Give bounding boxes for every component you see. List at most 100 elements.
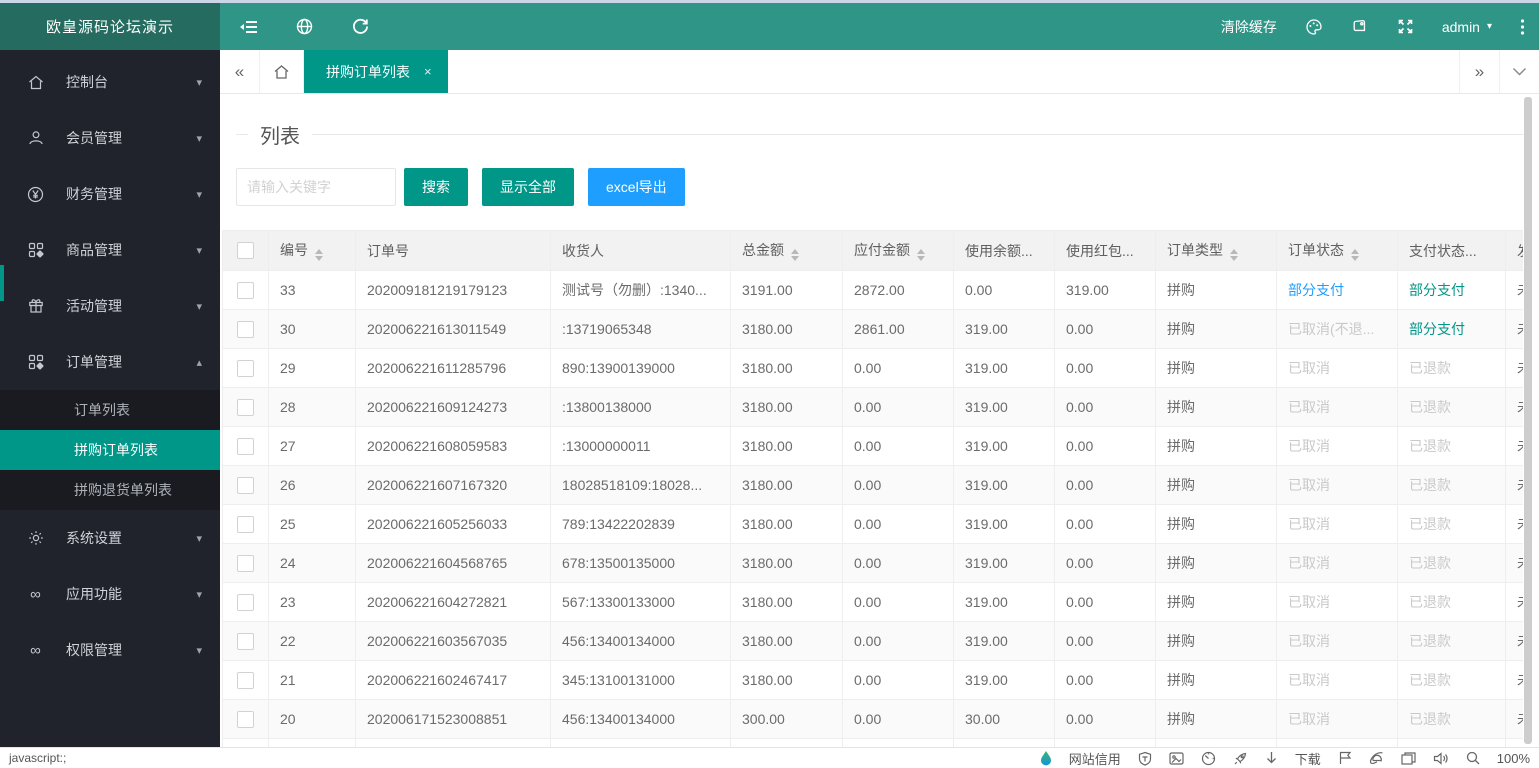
balance-value: 319.00 bbox=[965, 438, 1008, 454]
gear-icon bbox=[27, 530, 44, 546]
sidebar-item-orders[interactable]: 订单管理▴ bbox=[0, 334, 220, 390]
excel-export-button[interactable]: excel导出 bbox=[588, 168, 685, 206]
id-value: 24 bbox=[280, 555, 296, 571]
sort-icon[interactable] bbox=[315, 249, 323, 261]
site-credit-label[interactable]: 网站信用 bbox=[1069, 749, 1121, 768]
fullscreen-icon[interactable] bbox=[1397, 18, 1414, 35]
language-button[interactable] bbox=[276, 3, 332, 50]
row-checkbox[interactable] bbox=[237, 516, 254, 533]
row-checkbox[interactable] bbox=[237, 633, 254, 650]
show-all-button[interactable]: 显示全部 bbox=[482, 168, 574, 206]
id-value: 23 bbox=[280, 594, 296, 610]
payable-value: 0.00 bbox=[854, 555, 881, 571]
total-value: 3180.00 bbox=[742, 438, 793, 454]
sidebar-subitem-order-list[interactable]: 订单列表 bbox=[0, 390, 220, 430]
sort-icon[interactable] bbox=[1351, 249, 1359, 261]
user-menu[interactable]: admin ▾ bbox=[1442, 19, 1492, 35]
sidebar-item-console[interactable]: 控制台▾ bbox=[0, 54, 220, 110]
select-all-checkbox[interactable] bbox=[237, 242, 254, 259]
search-zoom-icon[interactable] bbox=[1466, 751, 1480, 765]
order_no-value: 202006171523008851 bbox=[367, 711, 507, 727]
row-checkbox[interactable] bbox=[237, 282, 254, 299]
sort-icon[interactable] bbox=[917, 249, 925, 261]
order_status-value: 已取消 bbox=[1288, 594, 1330, 610]
home-tab[interactable] bbox=[260, 50, 304, 93]
column-header-payable: 应付金额 bbox=[843, 231, 954, 271]
type-value: 拼购 bbox=[1167, 438, 1195, 454]
ship_status-value: 未发货 bbox=[1517, 672, 1523, 688]
speed-gauge-icon[interactable] bbox=[1201, 751, 1216, 766]
sidebar-item-apps[interactable]: ∞应用功能▾ bbox=[0, 566, 220, 622]
row-checkbox[interactable] bbox=[237, 594, 254, 611]
rocket-icon[interactable] bbox=[1233, 751, 1248, 766]
sidebar-item-members[interactable]: 会员管理▾ bbox=[0, 110, 220, 166]
water-drop-icon[interactable] bbox=[1040, 750, 1052, 766]
type-value: 拼购 bbox=[1167, 711, 1195, 727]
panel-legend: 列表 bbox=[236, 120, 1523, 149]
id-value: 27 bbox=[280, 438, 296, 454]
receiver-value: 345:13100131000 bbox=[562, 672, 675, 688]
row-checkbox[interactable] bbox=[237, 399, 254, 416]
tabs-scroll-right-button[interactable]: » bbox=[1459, 50, 1499, 93]
sort-icon[interactable] bbox=[1230, 249, 1238, 261]
sort-icon[interactable] bbox=[791, 249, 799, 261]
pay_status-value: 已退款 bbox=[1409, 399, 1451, 415]
row-checkbox[interactable] bbox=[237, 438, 254, 455]
total-value: 3180.00 bbox=[742, 516, 793, 532]
speaker-icon[interactable] bbox=[1433, 752, 1449, 765]
clear-cache-button[interactable]: 清除缓存 bbox=[1221, 17, 1277, 37]
order_status-value[interactable]: 部分支付 bbox=[1288, 282, 1344, 298]
flag-icon[interactable] bbox=[1338, 751, 1352, 765]
red_packet-value: 0.00 bbox=[1066, 399, 1093, 415]
image-icon[interactable] bbox=[1169, 752, 1184, 765]
row-checkbox[interactable] bbox=[237, 321, 254, 338]
sidebar-item-goods[interactable]: 商品管理▾ bbox=[0, 222, 220, 278]
sidebar-item-label: 系统设置 bbox=[66, 528, 196, 548]
sidebar-item-system[interactable]: 系统设置▾ bbox=[0, 510, 220, 566]
sidebar-item-activity[interactable]: 活动管理▾ bbox=[0, 278, 220, 334]
theme-palette-icon[interactable] bbox=[1305, 18, 1323, 36]
pay_status-value: 部分支付 bbox=[1409, 321, 1465, 337]
balance-value: 319.00 bbox=[965, 555, 1008, 571]
sidebar-item-finance[interactable]: 财务管理▾ bbox=[0, 166, 220, 222]
search-button[interactable]: 搜索 bbox=[404, 168, 468, 206]
pay_status-value: 已退款 bbox=[1409, 672, 1451, 688]
table-row: 33202009181219179123测试号（勿删）:1340...3191.… bbox=[223, 271, 1524, 310]
caret-down-icon: ▾ bbox=[196, 644, 202, 657]
refresh-icon bbox=[352, 18, 369, 35]
tabs-scroll-left-button[interactable]: « bbox=[220, 50, 260, 93]
tab-group-order-list[interactable]: 拼购订单列表 × bbox=[304, 50, 448, 93]
window-layout-icon[interactable] bbox=[1401, 752, 1416, 765]
row-checkbox[interactable] bbox=[237, 477, 254, 494]
grid-icon bbox=[27, 242, 44, 258]
sidebar-subitem-group-order-list[interactable]: 拼购订单列表 bbox=[0, 430, 220, 470]
red_packet-value: 319.00 bbox=[1066, 282, 1109, 298]
sidebar-item-permissions[interactable]: ∞权限管理▾ bbox=[0, 622, 220, 678]
close-tab-icon[interactable]: × bbox=[424, 64, 432, 79]
zoom-level[interactable]: 100% bbox=[1497, 751, 1530, 766]
sidebar-subitem-group-refund-list[interactable]: 拼购退货单列表 bbox=[0, 470, 220, 510]
more-menu-icon[interactable] bbox=[1520, 18, 1525, 36]
payable-value: 0.00 bbox=[854, 594, 881, 610]
order_no-value: 202006221605256033 bbox=[367, 516, 507, 532]
ship_status-value: 未发货 bbox=[1517, 516, 1523, 532]
refresh-button[interactable] bbox=[332, 3, 388, 50]
keyword-input[interactable] bbox=[236, 168, 396, 206]
ie-browser-icon[interactable] bbox=[1369, 751, 1384, 765]
tabs-menu-button[interactable] bbox=[1499, 50, 1539, 93]
status-link-text: javascript:; bbox=[9, 751, 66, 765]
tag-icon[interactable] bbox=[1351, 18, 1369, 36]
order_status-value: 已取消 bbox=[1288, 711, 1330, 727]
row-checkbox[interactable] bbox=[237, 360, 254, 377]
vertical-scrollbar[interactable] bbox=[1524, 97, 1532, 744]
row-checkbox[interactable] bbox=[237, 555, 254, 572]
collapse-sidebar-button[interactable] bbox=[220, 3, 276, 50]
red_packet-value: 0.00 bbox=[1066, 594, 1093, 610]
row-checkbox[interactable] bbox=[237, 711, 254, 728]
download-label[interactable]: 下载 bbox=[1295, 749, 1321, 768]
table-row: 25202006221605256033789:134222028393180.… bbox=[223, 505, 1524, 544]
shield-icon[interactable] bbox=[1138, 751, 1152, 766]
home-icon bbox=[27, 75, 44, 90]
row-checkbox[interactable] bbox=[237, 672, 254, 689]
download-arrow-icon[interactable] bbox=[1265, 751, 1278, 765]
